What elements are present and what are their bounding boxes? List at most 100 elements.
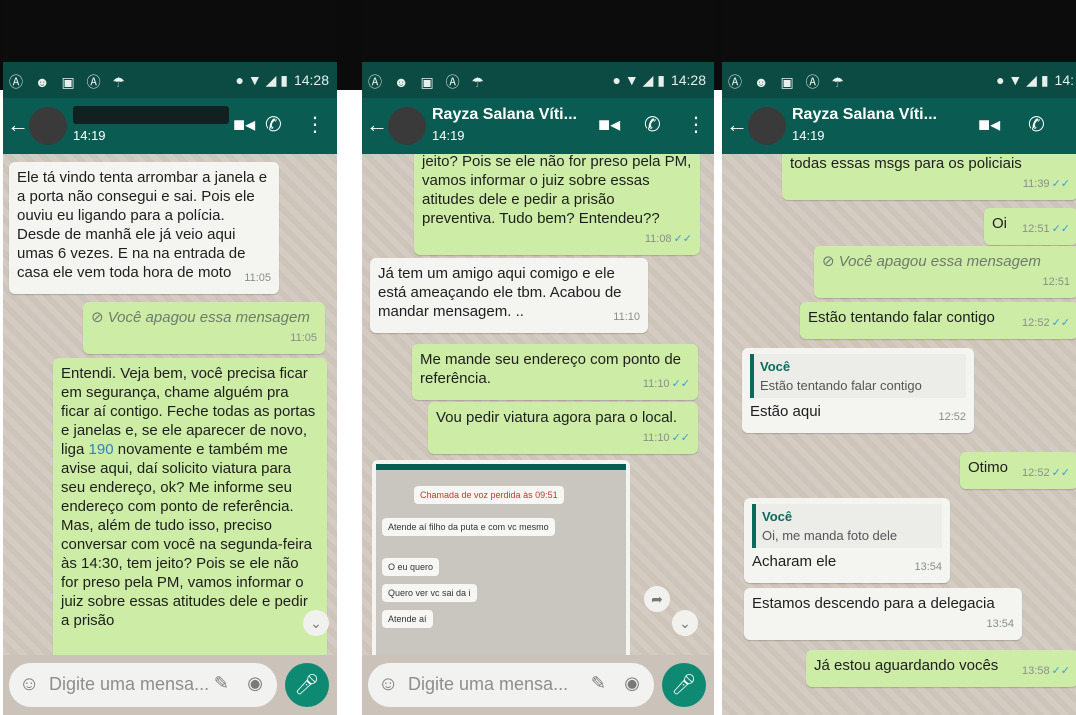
- message-incoming[interactable]: Ele tá vindo tenta arrombar a janela e a…: [9, 162, 279, 294]
- clock: 14:: [1054, 72, 1074, 88]
- message-input[interactable]: ☺ Digite uma mensa... ✎ ◉: [9, 663, 277, 707]
- phone-bezel: [3, 0, 337, 62]
- message-time: 11:05: [244, 272, 271, 284]
- signal-battery-icon: ● ▼ ◢ ▮: [612, 72, 665, 88]
- message-text: Vou pedir viatura agora para o local.: [436, 409, 677, 426]
- message-outgoing[interactable]: jeito? Pois se ele não for preso pela PM…: [414, 154, 700, 255]
- missed-call-label: Chamada de voz perdida às 09:51: [414, 486, 564, 504]
- phone-call-icon[interactable]: ✆: [265, 112, 282, 137]
- video-call-icon[interactable]: ■◂: [598, 112, 620, 137]
- message-text: Já estou aguardando vocês: [814, 657, 999, 674]
- clock: 14:28: [670, 72, 706, 88]
- message-outgoing[interactable]: Já estou aguardando vocês 13:58 ✓✓: [806, 650, 1076, 687]
- screenshot-line: Quero ver vc sai da i: [382, 584, 477, 602]
- message-time: 11:39 ✓✓: [1022, 178, 1070, 190]
- chat-area[interactable]: Ele tá vindo tenta arrombar a janela e a…: [3, 154, 337, 655]
- message-time: 11:05: [290, 332, 317, 344]
- chat-area[interactable]: todas essas msgs para os policiais 11:39 ✓…: [722, 154, 1076, 715]
- video-call-icon[interactable]: ■◂: [978, 112, 1000, 137]
- forward-icon[interactable]: ➦: [644, 586, 670, 612]
- message-time: 11:10 ✓✓: [642, 378, 690, 390]
- mic-icon[interactable]: 🎤︎: [662, 663, 706, 707]
- last-seen: 14:19: [432, 128, 465, 143]
- message-text: Estamos descendo para a delegacia: [752, 595, 995, 612]
- input-placeholder: Digite uma mensa...: [49, 674, 210, 694]
- message-outgoing[interactable]: Oi 12:51 ✓✓: [984, 208, 1076, 245]
- mic-icon[interactable]: 🎤︎: [285, 663, 329, 707]
- phone-bezel: [362, 0, 714, 62]
- message-outgoing[interactable]: Me mande seu endereço com ponto de refer…: [412, 344, 698, 400]
- message-time: 13:58 ✓✓: [1022, 665, 1070, 677]
- more-menu-icon[interactable]: ⋮: [686, 112, 706, 137]
- status-bar: Ⓐ ☻ ▣ Ⓐ ☂ ● ▼ ◢ ▮ 14:28: [3, 62, 337, 98]
- quote-author: Você: [760, 359, 791, 374]
- message-text: Acharam ele: [752, 553, 837, 570]
- message-time: 12:52 ✓✓: [1022, 467, 1070, 479]
- signal-battery-icon: ● ▼ ◢ ▮: [996, 72, 1049, 88]
- scroll-down-icon[interactable]: ⌄: [303, 610, 329, 636]
- message-time: 12:52 ✓✓: [1022, 317, 1070, 329]
- phone-link[interactable]: 190: [89, 441, 114, 458]
- attach-icon[interactable]: ✎: [214, 673, 229, 694]
- message-time: 13:54: [986, 618, 1014, 630]
- avatar[interactable]: [388, 107, 426, 145]
- message-outgoing[interactable]: todas essas msgs para os policiais 11:39 ✓…: [782, 154, 1076, 200]
- message-time: 13:54: [914, 561, 942, 573]
- phone-screen-2: Ⓐ ☻ ▣ Ⓐ ☂ ● ▼ ◢ ▮ 14:28 ← Rayza Salana Ví…: [362, 0, 714, 715]
- message-text: Otimo: [968, 459, 1009, 476]
- quoted-message[interactable]: Você Oi, me manda foto dele: [752, 504, 942, 548]
- phone-call-icon[interactable]: ✆: [1028, 112, 1045, 137]
- phone-screen-3: Ⓐ ☻ ▣ Ⓐ ☂ ● ▼ ◢ ▮ 14: ← Rayza Salana Víti…: [722, 0, 1076, 715]
- message-time: 11:10: [613, 311, 640, 323]
- back-arrow-icon[interactable]: ←: [726, 112, 748, 138]
- message-incoming[interactable]: Estamos descendo para a delegacia 13:54: [744, 588, 1022, 640]
- chat-area[interactable]: jeito? Pois se ele não for preso pela PM…: [362, 154, 714, 655]
- message-text: Oi: [992, 215, 1007, 232]
- message-outgoing-long[interactable]: Entendi. Veja bem, você precisa ficar em…: [53, 358, 327, 655]
- avatar[interactable]: [748, 107, 786, 145]
- contact-name-redacted[interactable]: [73, 106, 229, 124]
- video-call-icon[interactable]: ■◂: [233, 112, 255, 137]
- clock: 14:28: [293, 72, 329, 88]
- contact-name[interactable]: Rayza Salana Víti...: [432, 106, 577, 124]
- message-time: 12:51 ✓✓: [1022, 223, 1070, 235]
- message-text: Estão aqui: [750, 403, 821, 420]
- image-message[interactable]: Chamada de voz perdida às 09:51 Atende a…: [372, 460, 630, 655]
- status-bar: Ⓐ ☻ ▣ Ⓐ ☂ ● ▼ ◢ ▮ 14:: [722, 62, 1076, 98]
- more-menu-icon[interactable]: ⋮: [305, 112, 325, 137]
- message-reply[interactable]: Você Estão tentando falar contigo Estão …: [742, 348, 974, 433]
- status-bar: Ⓐ ☻ ▣ Ⓐ ☂ ● ▼ ◢ ▮ 14:28: [362, 62, 714, 98]
- scroll-down-icon[interactable]: ⌄: [672, 610, 698, 636]
- system-icons: ● ▼ ◢ ▮ 14:: [990, 72, 1074, 89]
- message-deleted[interactable]: ⊘ Você apagou essa mensagem 11:05: [83, 302, 325, 354]
- message-outgoing[interactable]: Vou pedir viatura agora para o local. 11:…: [428, 402, 698, 454]
- input-placeholder: Digite uma mensa...: [408, 674, 569, 694]
- phone-screen-1: Ⓐ ☻ ▣ Ⓐ ☂ ● ▼ ◢ ▮ 14:28 ← 14:19 ■◂ ✆ ⋮ El…: [3, 0, 337, 715]
- back-arrow-icon[interactable]: ←: [7, 112, 29, 138]
- message-time: 11:08 ✓✓: [644, 233, 692, 245]
- quote-text: Oi, me manda foto dele: [762, 528, 898, 543]
- camera-icon[interactable]: ◉: [247, 673, 263, 694]
- deleted-text: ⊘ Você apagou essa mensagem: [822, 253, 1041, 270]
- screenshot-line: O eu quero: [382, 558, 440, 576]
- contact-name[interactable]: Rayza Salana Víti...: [792, 106, 937, 124]
- message-outgoing[interactable]: Otimo 12:52 ✓✓: [960, 452, 1076, 489]
- message-time: 12:52: [938, 411, 966, 423]
- emoji-icon[interactable]: ☺: [19, 673, 39, 696]
- message-reply[interactable]: Você Oi, me manda foto dele Acharam ele 1…: [744, 498, 950, 583]
- message-text: jeito? Pois se ele não for preso pela PM…: [422, 154, 692, 227]
- screenshot-image: Chamada de voz perdida às 09:51 Atende a…: [376, 464, 626, 655]
- message-outgoing[interactable]: Estão tentando falar contigo 12:52 ✓✓: [800, 302, 1076, 339]
- quoted-message[interactable]: Você Estão tentando falar contigo: [750, 354, 966, 398]
- emoji-icon[interactable]: ☺: [378, 673, 398, 696]
- message-input[interactable]: ☺ Digite uma mensa... ✎ ◉: [368, 663, 654, 707]
- avatar[interactable]: [29, 107, 67, 145]
- phone-call-icon[interactable]: ✆: [644, 112, 661, 137]
- message-incoming[interactable]: Já tem um amigo aqui comigo e ele está a…: [370, 258, 648, 333]
- back-arrow-icon[interactable]: ←: [366, 112, 388, 138]
- input-bar: ☺ Digite uma mensa... ✎ ◉ 🎤︎: [3, 655, 337, 715]
- camera-icon[interactable]: ◉: [624, 673, 640, 694]
- system-icons: ● ▼ ◢ ▮ 14:28: [607, 72, 707, 89]
- attach-icon[interactable]: ✎: [591, 673, 606, 694]
- message-deleted[interactable]: ⊘ Você apagou essa mensagem 12:51: [814, 246, 1076, 298]
